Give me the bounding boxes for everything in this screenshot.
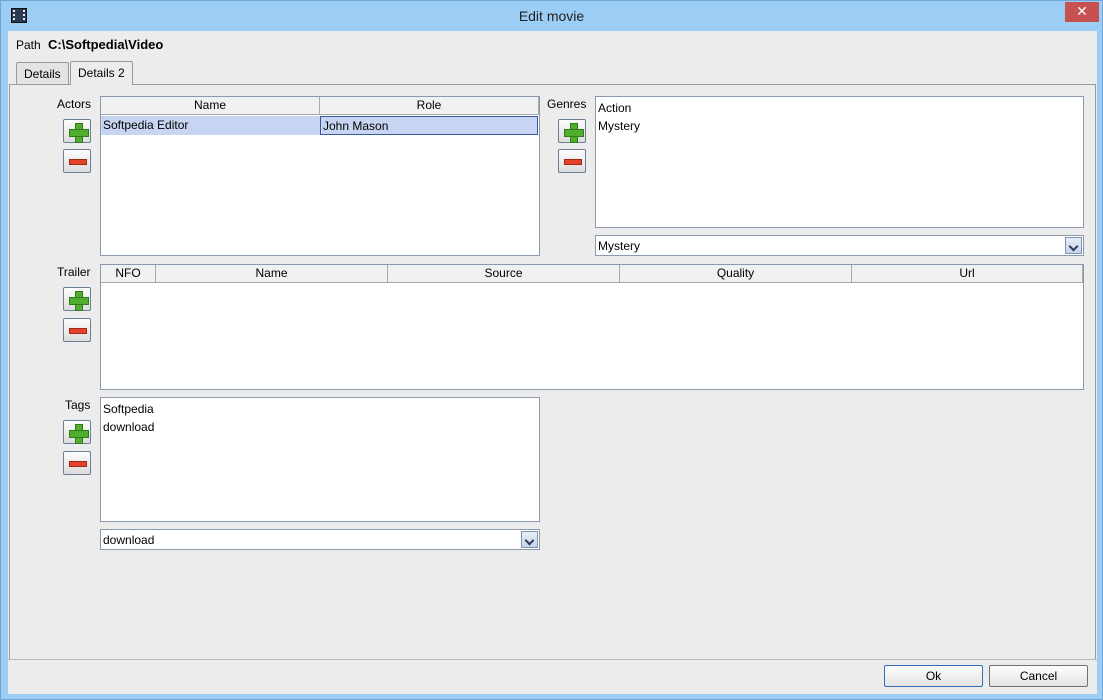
tab-details-2[interactable]: Details 2 <box>70 61 133 85</box>
add-trailer-button[interactable] <box>63 287 91 311</box>
tag-select[interactable]: download <box>100 529 540 550</box>
plus-icon <box>69 291 89 311</box>
minus-icon <box>69 461 87 467</box>
genres-list[interactable]: Action Mystery <box>595 96 1084 228</box>
column-header-role[interactable]: Role <box>320 97 539 115</box>
add-genre-button[interactable] <box>558 119 586 143</box>
column-header-name[interactable]: Name <box>101 97 320 115</box>
actors-label: Actors <box>57 97 92 111</box>
column-header-name[interactable]: Name <box>156 265 388 283</box>
tag-select-value: download <box>103 533 155 547</box>
actor-role-cell[interactable]: John Mason <box>320 116 538 135</box>
details-2-panel: Actors Name Role Softpedia Editor John M… <box>9 84 1096 660</box>
plus-icon <box>69 424 89 444</box>
genre-select[interactable]: Mystery <box>595 235 1084 256</box>
window-title: Edit movie <box>518 8 585 24</box>
close-button[interactable]: ✕ <box>1065 2 1099 22</box>
column-header-nfo[interactable]: NFO <box>101 265 156 283</box>
genres-label: Genres <box>547 97 587 111</box>
trailer-table-header: NFO Name Source Quality Url <box>101 265 1083 283</box>
list-item[interactable]: Action <box>598 101 631 115</box>
list-item[interactable]: download <box>103 420 154 434</box>
remove-actor-button[interactable] <box>63 149 91 173</box>
chevron-down-icon[interactable] <box>1065 237 1082 254</box>
actors-table-header: Name Role <box>101 97 539 115</box>
footer-divider <box>8 659 1097 660</box>
close-icon: ✕ <box>1076 4 1088 20</box>
remove-trailer-button[interactable] <box>63 318 91 342</box>
remove-genre-button[interactable] <box>558 149 586 173</box>
path-value: C:\Softpedia\Video <box>48 37 164 52</box>
ok-button[interactable]: Ok <box>884 665 983 687</box>
chevron-down-icon[interactable] <box>521 531 538 548</box>
add-actor-button[interactable] <box>63 119 91 143</box>
tags-list[interactable]: Softpedia download <box>100 397 540 522</box>
tags-label: Tags <box>65 398 91 412</box>
column-header-source[interactable]: Source <box>388 265 620 283</box>
actor-name-cell[interactable]: Softpedia Editor <box>101 116 320 135</box>
list-item[interactable]: Softpedia <box>103 402 154 416</box>
dialog-body: Path C:\Softpedia\Video Details Details … <box>8 31 1097 694</box>
table-row[interactable]: Softpedia Editor John Mason <box>101 116 538 135</box>
genre-select-value: Mystery <box>598 239 640 253</box>
cancel-button[interactable]: Cancel <box>989 665 1088 687</box>
path-label: Path <box>16 38 41 52</box>
plus-icon <box>564 123 584 143</box>
remove-tag-button[interactable] <box>63 451 91 475</box>
list-item[interactable]: Mystery <box>598 119 640 133</box>
column-header-quality[interactable]: Quality <box>620 265 852 283</box>
edit-movie-window: Edit movie ✕ Path C:\Softpedia\Video Det… <box>0 0 1103 700</box>
actors-table[interactable]: Name Role Softpedia Editor John Mason <box>100 96 540 256</box>
minus-icon <box>564 159 582 165</box>
column-header-url[interactable]: Url <box>852 265 1083 283</box>
minus-icon <box>69 328 87 334</box>
trailer-table[interactable]: NFO Name Source Quality Url <box>100 264 1084 390</box>
title-bar[interactable]: Edit movie ✕ <box>1 1 1102 31</box>
add-tag-button[interactable] <box>63 420 91 444</box>
trailer-label: Trailer <box>57 265 91 279</box>
tab-details[interactable]: Details <box>16 62 69 84</box>
plus-icon <box>69 123 89 143</box>
minus-icon <box>69 159 87 165</box>
